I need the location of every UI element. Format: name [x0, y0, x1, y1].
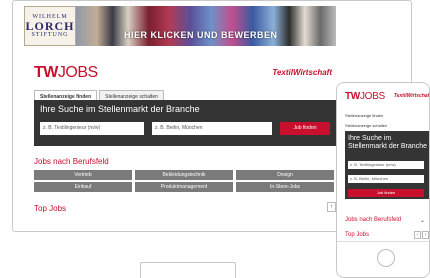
mobile-publisher-logo[interactable]: TextilWirtschaft	[394, 93, 429, 99]
search-title: Ihre Suche im Stellenmarkt der Branche	[40, 104, 200, 114]
logo-line-3: STIFTUNG	[31, 32, 69, 38]
mobile-logo-jobs: JOBS	[359, 91, 385, 102]
chevron-down-icon[interactable]: ⌄	[420, 217, 425, 224]
mobile-tab-post-job[interactable]: Stellenanzeige schalten	[345, 123, 387, 128]
banner-image: HIER KLICKEN UND BEWERBEN	[76, 6, 336, 46]
desktop-screen: WILHELM LORCH STIFTUNG HIER KLICKEN UND …	[24, 6, 336, 220]
banner-cta-text[interactable]: HIER KLICKEN UND BEWERBEN	[124, 30, 278, 40]
publisher-logo[interactable]: TextilWirtschaft	[272, 68, 332, 77]
categories-title: Jobs nach Berufsfeld	[34, 157, 109, 166]
site-header: TWJOBS TextilWirtschaft	[24, 56, 336, 86]
category-design[interactable]: Design	[236, 170, 334, 180]
category-product-management[interactable]: Produktmanagement	[135, 182, 233, 192]
top-jobs-pager: ‹	[327, 202, 336, 212]
mobile-location-input[interactable]: z. B. Berlin, München	[348, 175, 424, 183]
monitor-stand	[140, 262, 236, 278]
mobile-categories-title[interactable]: Jobs nach Berufsfeld	[345, 217, 401, 223]
logo-jobs: JOBS	[57, 64, 98, 81]
mobile-top-jobs-title: Top Jobs	[345, 232, 370, 238]
ad-banner[interactable]: WILHELM LORCH STIFTUNG HIER KLICKEN UND …	[24, 6, 336, 46]
job-title-input[interactable]: z. B. Textilingenieur (m/w)	[40, 122, 144, 135]
logo-tw: TW	[34, 64, 58, 81]
mobile-site-logo[interactable]: TWJOBS	[345, 91, 385, 102]
category-sales[interactable]: Vertrieb	[34, 170, 132, 180]
mobile-logo-tw: TW	[345, 91, 360, 102]
location-input[interactable]: z. B. Berlin, München	[152, 122, 272, 135]
find-job-button[interactable]: Job finden	[280, 122, 330, 135]
logo-line-2: LORCH	[25, 19, 75, 33]
category-in-store[interactable]: In-Store-Jobs	[236, 182, 334, 192]
mobile-search-title: Ihre Suche im Stellenmarkt der Branche	[348, 135, 427, 150]
mobile-top-jobs-pager: ‹ ›	[414, 231, 429, 239]
mobile-next-arrow-icon[interactable]: ›	[422, 231, 429, 239]
category-apparel-tech[interactable]: Bekleidungstechnik	[135, 170, 233, 180]
prev-arrow-icon[interactable]: ‹	[327, 202, 336, 212]
foundation-logo: WILHELM LORCH STIFTUNG	[24, 6, 76, 46]
site-logo[interactable]: TWJOBS	[34, 64, 98, 82]
home-button-icon[interactable]	[377, 249, 395, 267]
phone-frame: TWJOBS TextilWirtschaft Stellenanzeige f…	[336, 82, 430, 278]
category-grid: Vertrieb Bekleidungstechnik Design Einka…	[34, 170, 334, 192]
phone-screen: TWJOBS TextilWirtschaft Stellenanzeige f…	[341, 89, 429, 239]
mobile-prev-arrow-icon[interactable]: ‹	[414, 231, 421, 239]
top-jobs-title: Top Jobs	[34, 204, 67, 213]
mobile-find-job-button[interactable]: Job finden	[348, 189, 424, 197]
phone-divider	[337, 241, 429, 242]
mobile-tab-find-job[interactable]: Stellenanzeige finden	[345, 113, 383, 118]
mobile-search-panel: Ihre Suche im Stellenmarkt der Branche z…	[345, 131, 429, 199]
category-purchasing[interactable]: Einkauf	[34, 182, 132, 192]
search-panel: Ihre Suche im Stellenmarkt der Branche z…	[34, 100, 336, 146]
mobile-job-title-input[interactable]: z. B. Textilingenieur (m/w)	[348, 161, 424, 169]
